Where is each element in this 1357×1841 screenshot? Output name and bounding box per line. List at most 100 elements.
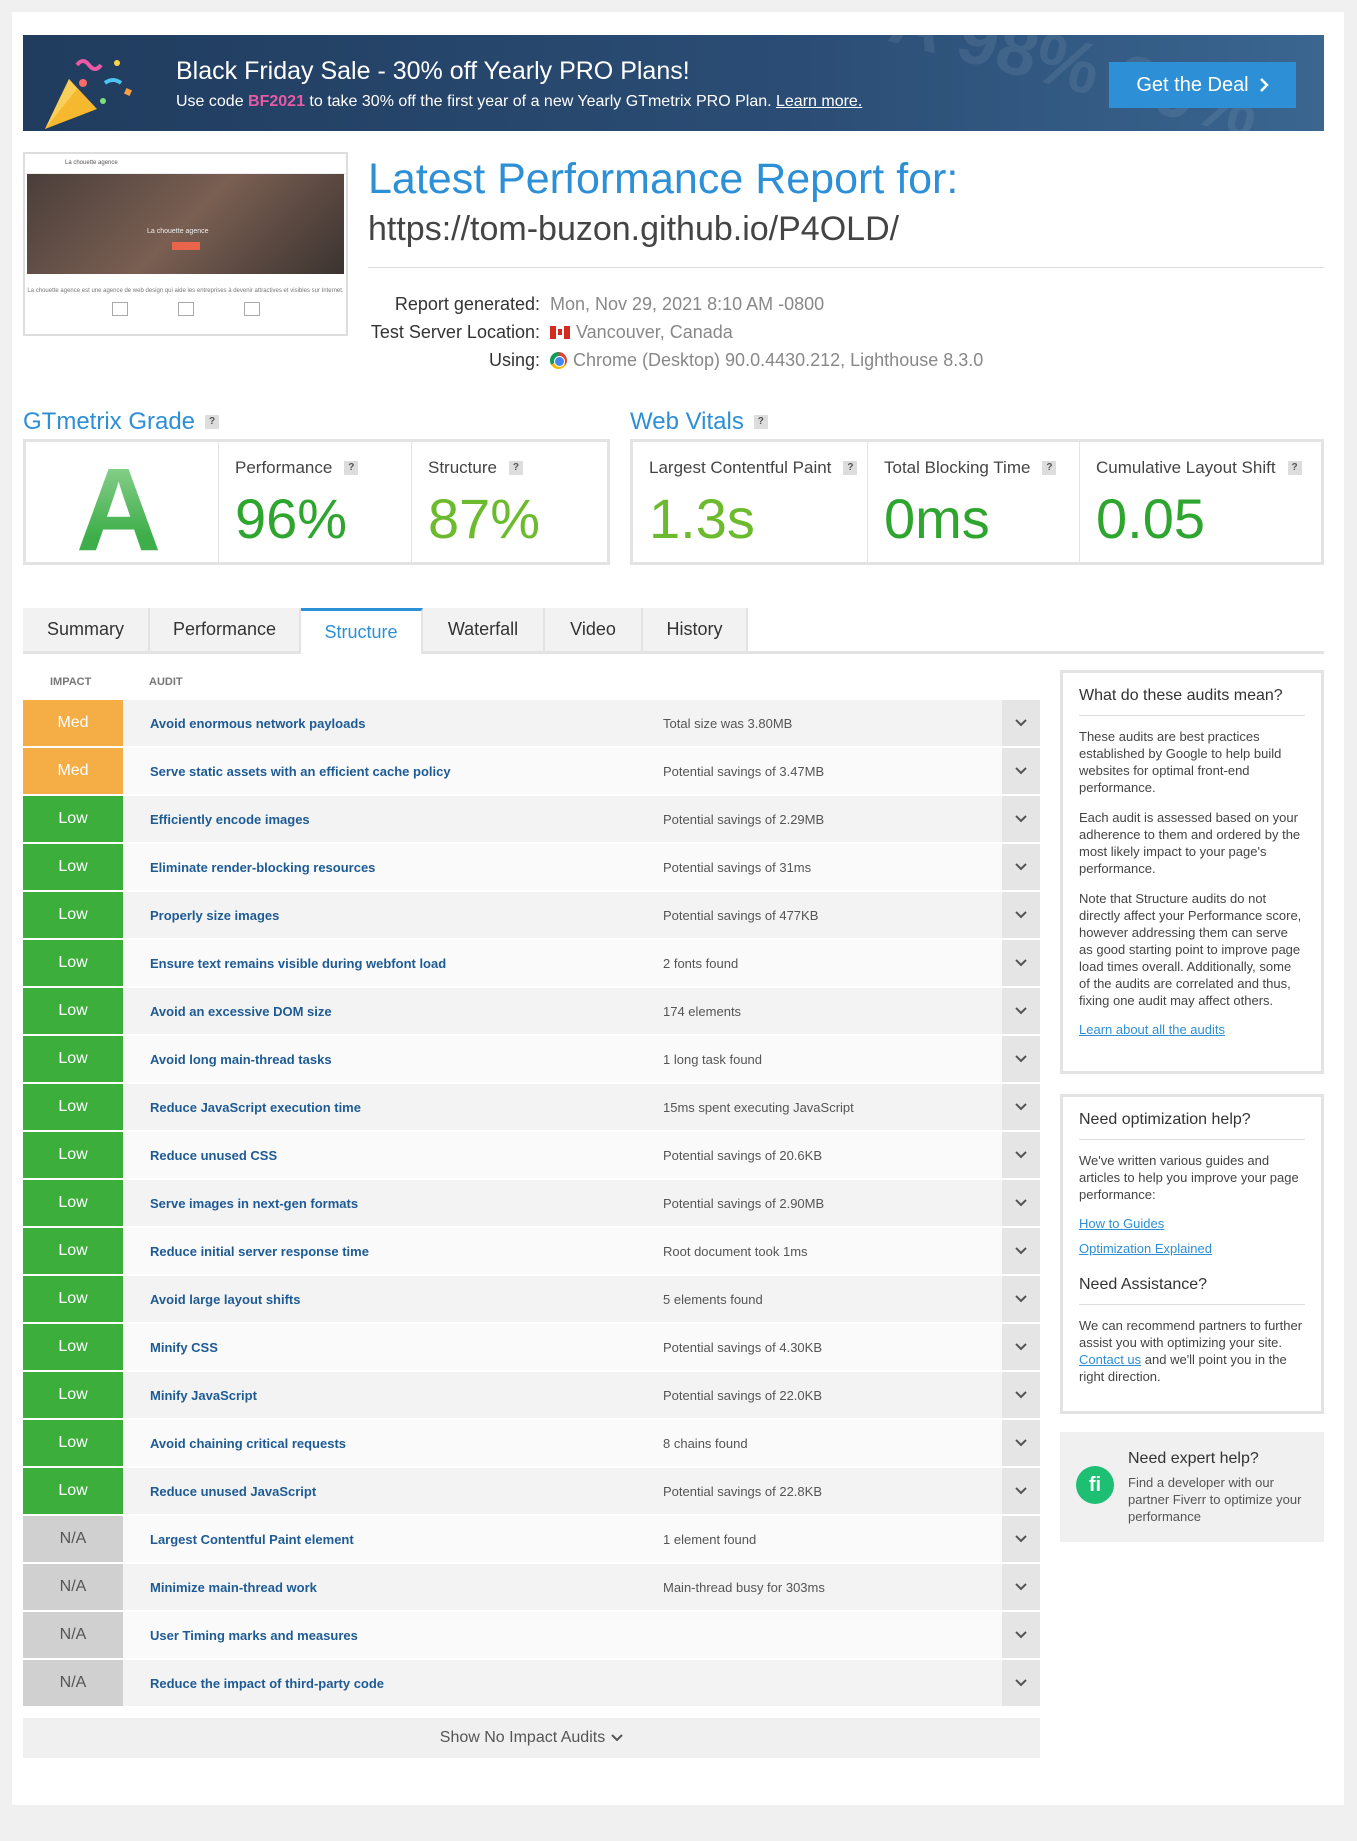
audit-row[interactable]: Low Efficiently encode images Potential sa… bbox=[23, 796, 1040, 842]
audit-name[interactable]: Avoid chaining critical requests bbox=[123, 1420, 663, 1466]
audit-name[interactable]: Avoid large layout shifts bbox=[123, 1276, 663, 1322]
expand-audit-button[interactable] bbox=[1002, 1612, 1040, 1658]
expand-audit-button[interactable] bbox=[1002, 1084, 1040, 1130]
audit-row[interactable]: Med Serve static assets with an efficient… bbox=[23, 748, 1040, 794]
expand-audit-button[interactable] bbox=[1002, 1132, 1040, 1178]
expand-audit-button[interactable] bbox=[1002, 988, 1040, 1034]
audit-name[interactable]: Serve images in next-gen formats bbox=[123, 1180, 663, 1226]
audit-value: Potential savings of 477KB bbox=[663, 907, 819, 923]
audit-name[interactable]: Reduce the impact of third-party code bbox=[123, 1660, 663, 1706]
expand-audit-button[interactable] bbox=[1002, 700, 1040, 746]
audit-row[interactable]: Low Reduce JavaScript execution time 15ms … bbox=[23, 1084, 1040, 1130]
expand-audit-button[interactable] bbox=[1002, 940, 1040, 986]
expand-audit-button[interactable] bbox=[1002, 1420, 1040, 1466]
impact-badge: Low bbox=[23, 1036, 123, 1082]
show-no-impact-audits-button[interactable]: Show No Impact Audits bbox=[23, 1718, 1040, 1758]
audit-name[interactable]: Avoid an excessive DOM size bbox=[123, 988, 663, 1034]
audit-name[interactable]: Reduce initial server response time bbox=[123, 1228, 663, 1274]
tab-video[interactable]: Video bbox=[545, 608, 643, 651]
audit-name[interactable]: Minify JavaScript bbox=[123, 1372, 663, 1418]
tab-structure[interactable]: Structure bbox=[301, 608, 423, 654]
help-icon[interactable]: ? bbox=[1042, 461, 1057, 475]
lcp-label: Largest Contentful Paint bbox=[649, 458, 832, 477]
expand-audit-button[interactable] bbox=[1002, 1228, 1040, 1274]
tab-history[interactable]: History bbox=[643, 608, 748, 651]
audit-name[interactable]: Minify CSS bbox=[123, 1324, 663, 1370]
audit-name[interactable]: Minimize main-thread work bbox=[123, 1564, 663, 1610]
tab-waterfall[interactable]: Waterfall bbox=[423, 608, 545, 651]
audit-row[interactable]: Low Ensure text remains visible during we… bbox=[23, 940, 1040, 986]
audit-value: Potential savings of 31ms bbox=[663, 859, 812, 875]
audit-name[interactable]: Largest Contentful Paint element bbox=[123, 1516, 663, 1562]
audit-value: Potential savings of 4.30KB bbox=[663, 1339, 822, 1355]
audit-row[interactable]: Low Eliminate render-blocking resources Po… bbox=[23, 844, 1040, 890]
help-icon[interactable]: ? bbox=[1287, 461, 1302, 475]
expand-audit-button[interactable] bbox=[1002, 1276, 1040, 1322]
audit-row[interactable]: Low Reduce unused CSS Potential savings of… bbox=[23, 1132, 1040, 1178]
expand-audit-button[interactable] bbox=[1002, 892, 1040, 938]
audit-row[interactable]: Low Properly size images Potential savings… bbox=[23, 892, 1040, 938]
impact-badge: N/A bbox=[23, 1612, 123, 1658]
audit-row[interactable]: Low Reduce initial server response time Ro… bbox=[23, 1228, 1040, 1274]
audit-name[interactable]: Serve static assets with an efficient ca… bbox=[123, 748, 663, 794]
audit-name[interactable]: Reduce unused CSS bbox=[123, 1132, 663, 1178]
expand-audit-button[interactable] bbox=[1002, 844, 1040, 890]
audit-name[interactable]: Ensure text remains visible during webfo… bbox=[123, 940, 663, 986]
tab-performance[interactable]: Performance bbox=[150, 608, 301, 651]
optimization-explained-link[interactable]: Optimization Explained bbox=[1079, 1241, 1305, 1256]
expand-audit-button[interactable] bbox=[1002, 1468, 1040, 1514]
audit-name[interactable]: Avoid long main-thread tasks bbox=[123, 1036, 663, 1082]
expand-audit-button[interactable] bbox=[1002, 1372, 1040, 1418]
audit-name[interactable]: Reduce unused JavaScript bbox=[123, 1468, 663, 1514]
audit-row[interactable]: N/A Minimize main-thread work Main-thread … bbox=[23, 1564, 1040, 1610]
expand-audit-button[interactable] bbox=[1002, 796, 1040, 842]
tab-summary[interactable]: Summary bbox=[23, 608, 150, 651]
learn-more-link[interactable]: Learn more. bbox=[776, 93, 862, 110]
expand-audit-button[interactable] bbox=[1002, 1660, 1040, 1706]
audit-name[interactable]: User Timing marks and measures bbox=[123, 1612, 663, 1658]
impact-badge: N/A bbox=[23, 1564, 123, 1610]
help-icon[interactable]: ? bbox=[843, 461, 858, 475]
expand-audit-button[interactable] bbox=[1002, 1516, 1040, 1562]
audit-name[interactable]: Eliminate render-blocking resources bbox=[123, 844, 663, 890]
expand-audit-button[interactable] bbox=[1002, 1036, 1040, 1082]
audit-name[interactable]: Efficiently encode images bbox=[123, 796, 663, 842]
audit-row[interactable]: Low Avoid chaining critical requests 8 cha… bbox=[23, 1420, 1040, 1466]
chevron-down-icon bbox=[1015, 1583, 1027, 1591]
impact-badge: Low bbox=[23, 1228, 123, 1274]
audit-row[interactable]: Low Avoid long main-thread tasks 1 long ta… bbox=[23, 1036, 1040, 1082]
audit-row[interactable]: Med Avoid enormous network payloads Total … bbox=[23, 700, 1040, 746]
audit-row[interactable]: Low Reduce unused JavaScript Potential sav… bbox=[23, 1468, 1040, 1514]
expert-help-panel[interactable]: fi Need expert help? Find a developer wi… bbox=[1060, 1432, 1324, 1542]
audit-name[interactable]: Reduce JavaScript execution time bbox=[123, 1084, 663, 1130]
expand-audit-button[interactable] bbox=[1002, 1324, 1040, 1370]
help-icon[interactable]: ? bbox=[344, 461, 359, 475]
banner-sub-text-2: to take 30% off the first year of a new … bbox=[304, 93, 776, 110]
chevron-down-icon bbox=[1015, 815, 1027, 823]
audit-row[interactable]: N/A User Timing marks and measures bbox=[23, 1612, 1040, 1658]
need-assistance-title: Need Assistance? bbox=[1079, 1276, 1305, 1305]
expand-audit-button[interactable] bbox=[1002, 1180, 1040, 1226]
help-icon[interactable]: ? bbox=[753, 415, 768, 429]
audit-row[interactable]: Low Avoid an excessive DOM size 174 elemen… bbox=[23, 988, 1040, 1034]
learn-audits-link[interactable]: Learn about all the audits bbox=[1079, 1022, 1305, 1037]
audits-info-text: These audits are best practices establis… bbox=[1079, 729, 1282, 795]
audit-row[interactable]: Low Minify CSS Potential savings of 4.30KB bbox=[23, 1324, 1040, 1370]
help-icon[interactable]: ? bbox=[205, 415, 220, 429]
how-to-guides-link[interactable]: How to Guides bbox=[1079, 1216, 1305, 1231]
grade-box: A Performance? 96% Structure? 87% bbox=[23, 439, 610, 576]
audit-name[interactable]: Avoid enormous network payloads bbox=[123, 700, 663, 746]
audit-row[interactable]: Low Serve images in next-gen formats Poten… bbox=[23, 1180, 1040, 1226]
audit-row[interactable]: Low Avoid large layout shifts 5 elements f… bbox=[23, 1276, 1040, 1322]
audit-name[interactable]: Properly size images bbox=[123, 892, 663, 938]
help-icon[interactable]: ? bbox=[508, 461, 523, 475]
expand-audit-button[interactable] bbox=[1002, 1564, 1040, 1610]
page-screenshot-thumbnail[interactable]: La chouette agence La chouette agence La… bbox=[23, 152, 348, 336]
contact-us-link[interactable]: Contact us bbox=[1079, 1352, 1141, 1367]
audit-row[interactable]: N/A Largest Contentful Paint element 1 ele… bbox=[23, 1516, 1040, 1562]
test-location-value: Vancouver, Canada bbox=[550, 318, 983, 346]
expand-audit-button[interactable] bbox=[1002, 748, 1040, 794]
get-deal-button[interactable]: Get the Deal bbox=[1109, 62, 1296, 108]
audit-row[interactable]: N/A Reduce the impact of third-party code bbox=[23, 1660, 1040, 1706]
audit-row[interactable]: Low Minify JavaScript Potential savings of… bbox=[23, 1372, 1040, 1418]
